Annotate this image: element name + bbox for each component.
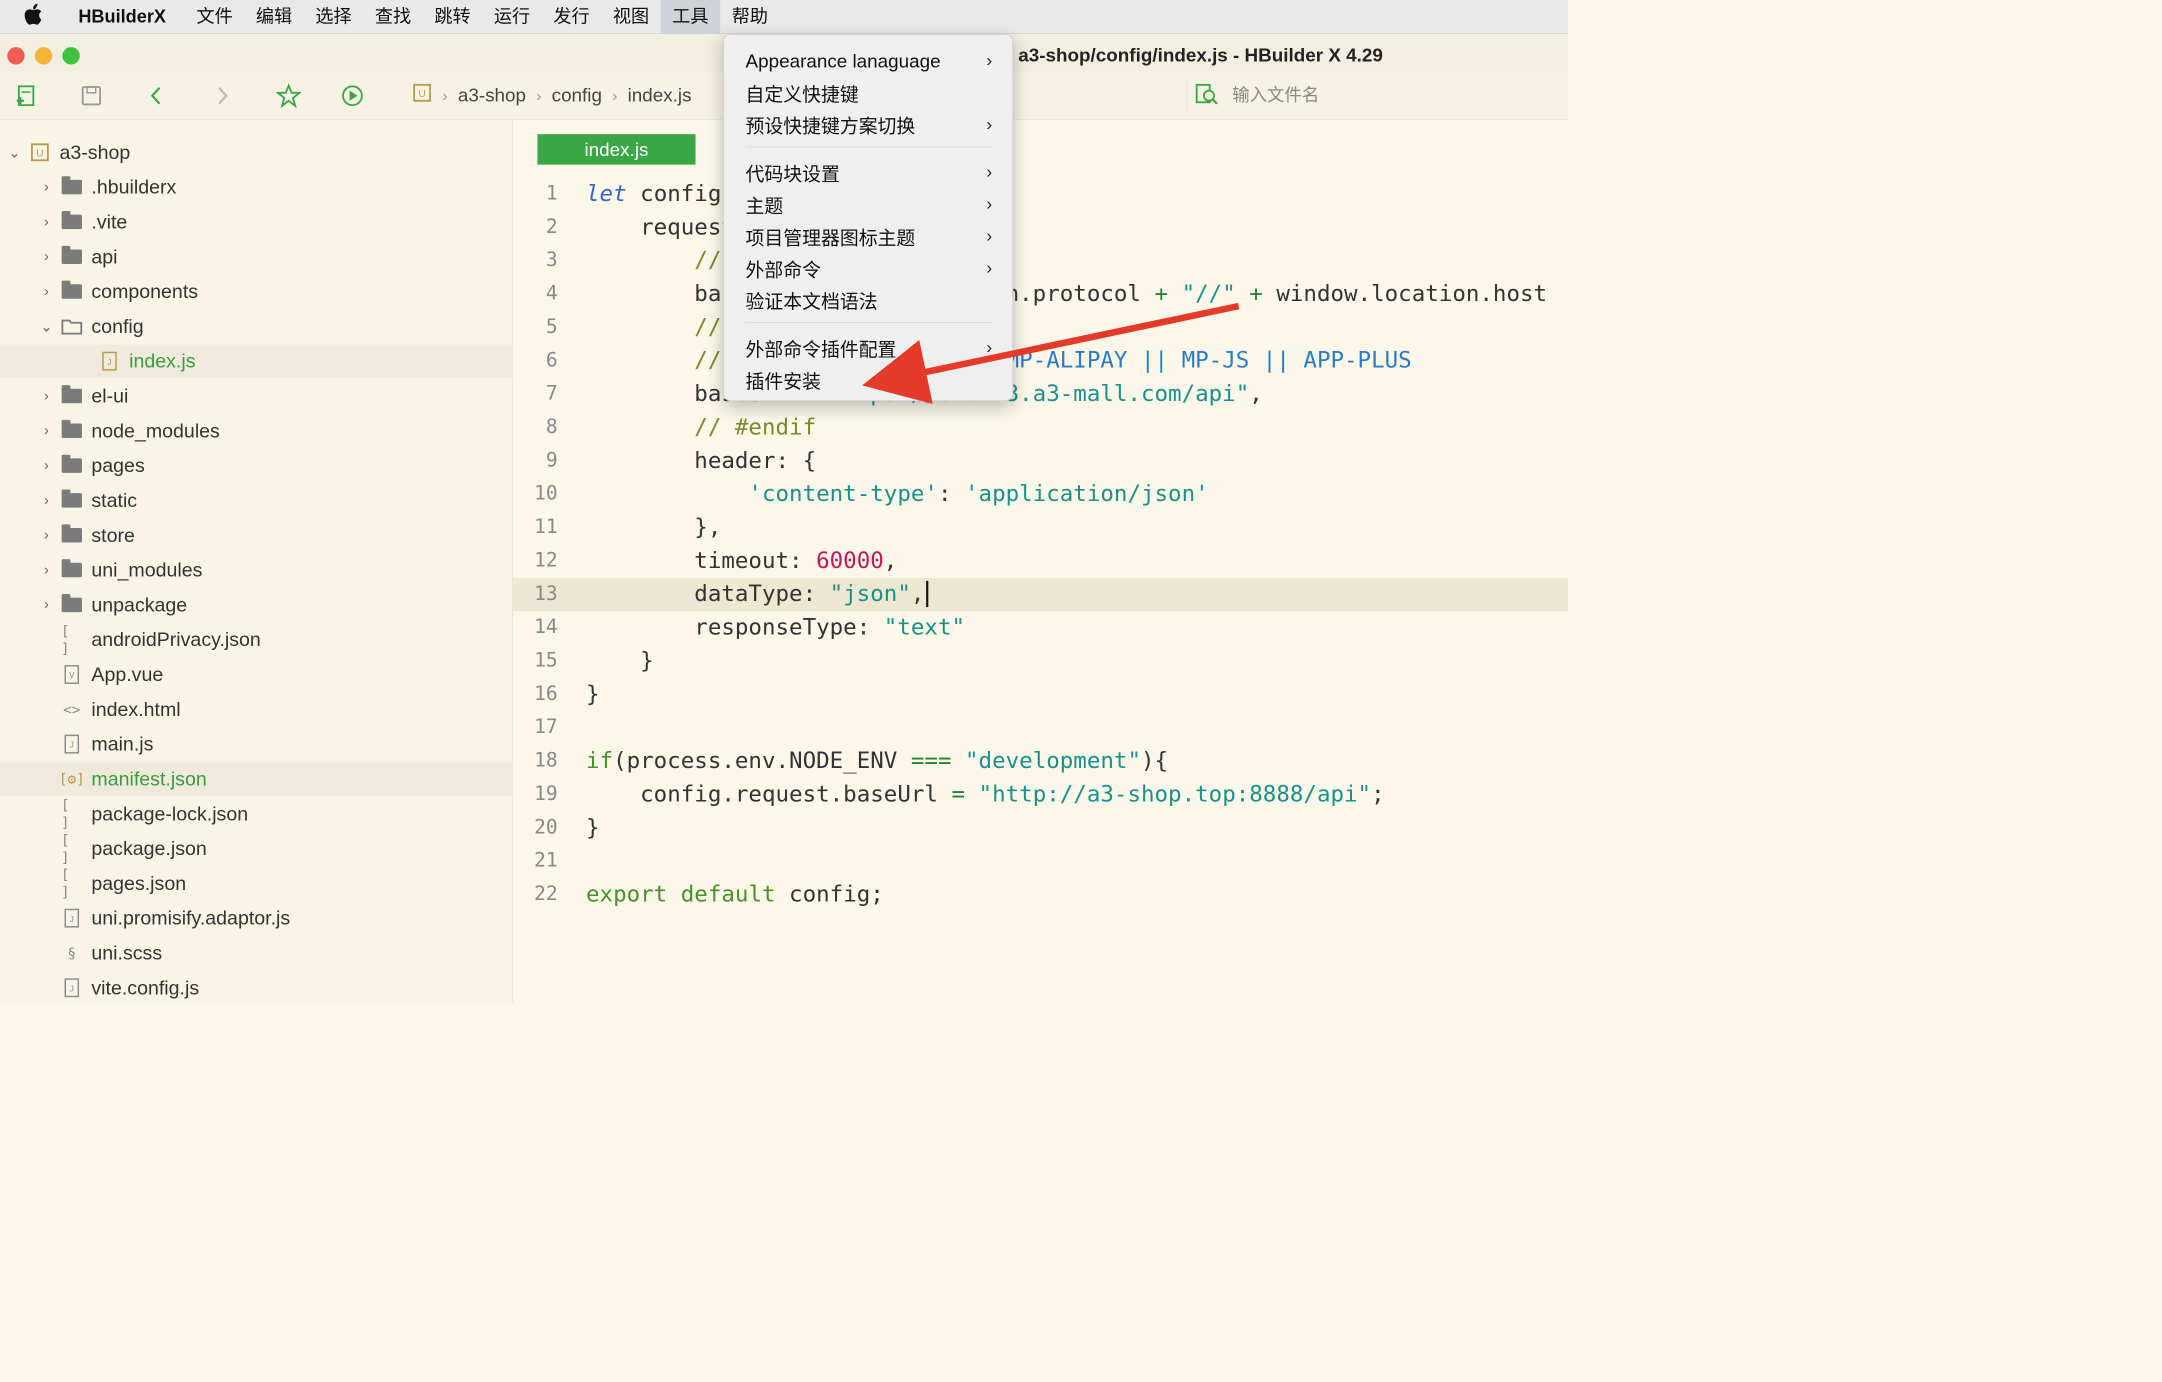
annotation-arrow-icon xyxy=(862,302,1240,404)
